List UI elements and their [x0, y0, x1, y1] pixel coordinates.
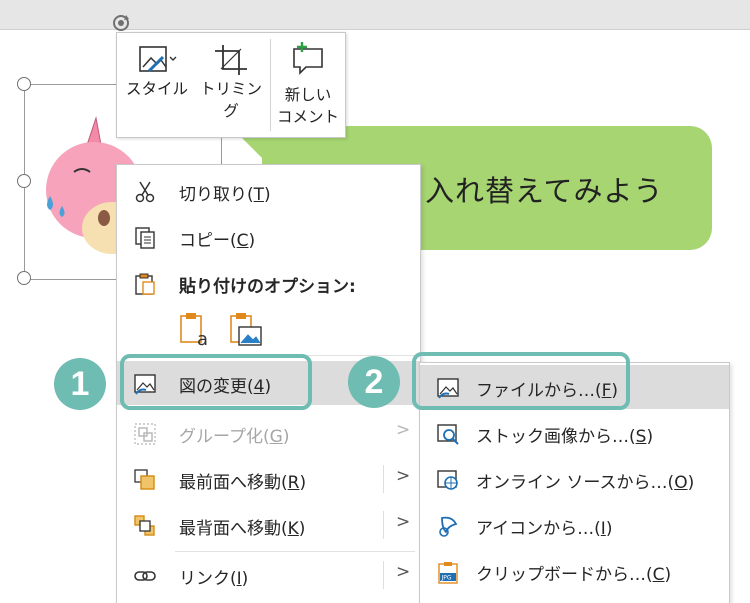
- menu-label: コピー(: [179, 231, 237, 251]
- comment-label-line1: 新しい: [284, 86, 332, 104]
- split-separator: [383, 465, 384, 493]
- menu-label: 最前面へ移動(: [179, 473, 288, 493]
- paste-keep-text-icon[interactable]: a: [177, 311, 211, 347]
- from-clipboard-icon: JPG: [438, 562, 458, 584]
- bring-to-front-icon: [134, 469, 155, 490]
- picture-style-icon: [139, 46, 177, 73]
- rotate-handle-icon[interactable]: [110, 12, 132, 34]
- step-2-badge: 2: [348, 356, 400, 408]
- menu-label: オンライン ソースから…(: [476, 473, 675, 493]
- access-key: K: [287, 519, 299, 539]
- menu-label: 切り取り(: [179, 185, 254, 205]
- menu-item-group[interactable]: グループ化(G) >: [117, 411, 420, 455]
- menu-label-close: ): [264, 185, 271, 205]
- stock-images-icon: [437, 424, 459, 445]
- menu-label: グループ化(: [179, 427, 270, 447]
- style-label: スタイル: [125, 80, 188, 98]
- access-key: R: [287, 473, 300, 493]
- svg-text:JPG: JPG: [441, 575, 452, 582]
- menu-item-bring-to-front[interactable]: 最前面へ移動(R) >: [117, 457, 420, 501]
- submenu-arrow-icon[interactable]: >: [396, 562, 410, 586]
- toolbar-separator: [270, 39, 271, 131]
- submenu-item-stock-images[interactable]: ストック画像から…(S): [420, 411, 729, 455]
- link-icon: [134, 571, 156, 581]
- mini-toolbar: スタイル トリミング 新しい コメント: [116, 32, 346, 138]
- resize-handle-top-left[interactable]: [17, 77, 31, 91]
- resize-handle-bottom-left[interactable]: [17, 271, 31, 285]
- access-key: O: [674, 473, 688, 493]
- online-source-icon: [437, 470, 458, 490]
- submenu-arrow-icon[interactable]: >: [396, 512, 410, 536]
- from-icons-icon: [439, 516, 458, 537]
- bubble-text: 入れ替えてみよう: [425, 174, 664, 208]
- svg-text:a: a: [197, 329, 208, 347]
- submenu-item-from-icons[interactable]: アイコンから…(I): [420, 503, 729, 547]
- menu-label-close: ): [687, 473, 695, 493]
- scissors-icon: [135, 181, 155, 203]
- group-icon: [134, 423, 156, 445]
- access-key: C: [236, 231, 249, 251]
- menu-item-send-to-back[interactable]: 最背面へ移動(K) >: [117, 503, 420, 547]
- copy-icon: [135, 227, 155, 249]
- style-button[interactable]: スタイル: [121, 33, 193, 137]
- menu-label: 貼り付けのオプション:: [179, 277, 356, 297]
- paste-options-row: a: [177, 307, 297, 353]
- menu-label-close: ): [605, 519, 613, 539]
- menu-item-copy[interactable]: コピー(C): [117, 215, 420, 259]
- paste-icon: [135, 273, 155, 295]
- submenu-item-online-source[interactable]: オンライン ソースから…(O): [420, 457, 729, 501]
- menu-label: クリップボードから…(: [476, 565, 653, 585]
- paste-picture-icon[interactable]: [227, 311, 263, 347]
- access-key: C: [652, 565, 665, 585]
- menu-label-close: ): [646, 427, 654, 447]
- new-comment-icon: [293, 42, 323, 75]
- trim-label: トリミング: [199, 80, 262, 120]
- menu-item-cut[interactable]: 切り取り(T): [117, 169, 420, 213]
- menu-label-close: ): [282, 427, 290, 447]
- send-to-back-icon: [134, 515, 155, 536]
- split-separator: [383, 561, 384, 589]
- menu-label: アイコンから…(: [476, 519, 601, 539]
- menu-label-close: ): [248, 231, 256, 251]
- menu-label-close: ): [298, 519, 306, 539]
- submenu-arrow-icon: >: [396, 420, 411, 440]
- menu-label: ストック画像から…(: [476, 427, 636, 447]
- crop-icon: [215, 45, 247, 75]
- menu-item-paste-options: 貼り付けのオプション:: [117, 261, 420, 305]
- menu-label: 最背面へ移動(: [179, 519, 288, 539]
- menu-label-close: ): [241, 569, 249, 589]
- access-key: S: [635, 427, 647, 447]
- callout-box-change-picture: [120, 354, 312, 410]
- submenu-arrow-icon[interactable]: >: [396, 466, 410, 490]
- callout-box-from-file: [412, 352, 630, 410]
- trim-button[interactable]: トリミング: [195, 33, 267, 137]
- new-comment-button[interactable]: 新しい コメント: [273, 33, 343, 137]
- split-separator: [383, 511, 384, 539]
- menu-item-link[interactable]: リンク(I) >: [117, 553, 420, 597]
- step-1-badge: 1: [54, 358, 106, 410]
- submenu-item-from-clipboard[interactable]: JPG クリップボードから…(C): [420, 549, 729, 593]
- menu-label-close: ): [299, 473, 307, 493]
- access-key: T: [253, 185, 265, 205]
- menu-label-close: ): [664, 565, 672, 585]
- comment-label-line2: コメント: [276, 108, 339, 126]
- menu-separator: [175, 551, 415, 552]
- access-key: G: [269, 427, 283, 447]
- menu-label: リンク(: [179, 569, 237, 589]
- resize-handle-middle-left[interactable]: [17, 174, 31, 188]
